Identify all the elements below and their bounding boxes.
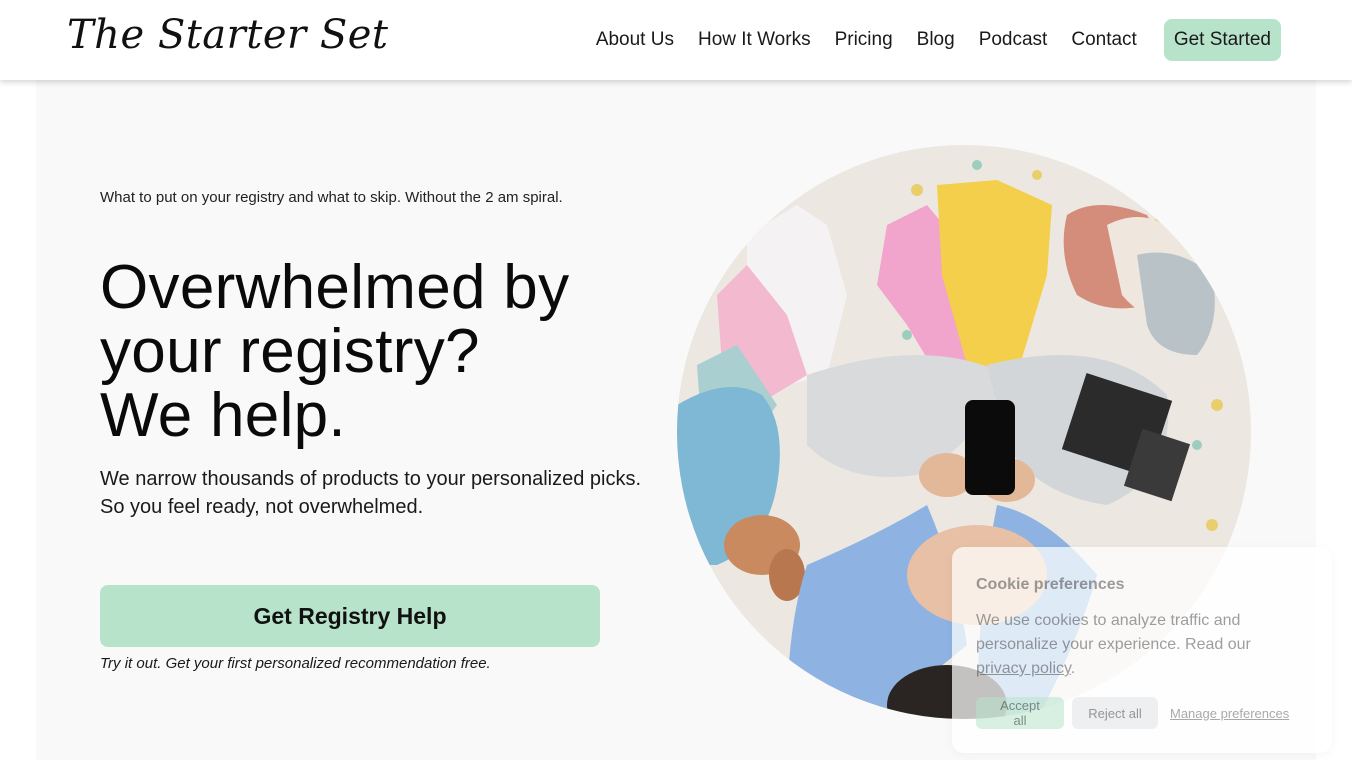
- nav-podcast[interactable]: Podcast: [979, 29, 1048, 51]
- headline-line-3: We help.: [100, 381, 346, 450]
- free-trial-note: Try it out. Get your first personalized …: [100, 655, 491, 672]
- cookie-banner: Cookie preferences We use cookies to ana…: [952, 547, 1332, 753]
- headline-line-1: Overwhelmed by: [100, 253, 570, 322]
- subtitle-line-1: We narrow thousands of products to your …: [100, 468, 642, 490]
- accept-all-button[interactable]: Accept all: [976, 697, 1064, 729]
- reject-all-button[interactable]: Reject all: [1072, 697, 1158, 729]
- cookie-period: .: [1070, 660, 1076, 677]
- hero-headline: Overwhelmed by your registry? We help.: [100, 256, 660, 448]
- site-header: The Starter Set About Us How It Works Pr…: [0, 0, 1352, 80]
- privacy-policy-link[interactable]: privacy policy: [976, 660, 1071, 677]
- headline-line-2: your registry?: [100, 317, 480, 386]
- hero-subtitle: We narrow thousands of products to your …: [100, 465, 700, 521]
- cookie-body: We use cookies to analyze traffic and pe…: [976, 609, 1296, 681]
- cookie-actions: Accept all Reject all Manage preferences: [976, 697, 1289, 729]
- cookie-title: Cookie preferences: [976, 576, 1125, 593]
- hero-eyebrow: What to put on your registry and what to…: [100, 189, 563, 206]
- nav-contact[interactable]: Contact: [1071, 29, 1136, 51]
- get-registry-help-button[interactable]: Get Registry Help: [100, 585, 600, 647]
- manage-preferences-link[interactable]: Manage preferences: [1170, 706, 1289, 721]
- get-started-button[interactable]: Get Started: [1163, 19, 1281, 61]
- phone-icon: [965, 400, 1015, 495]
- nav-blog[interactable]: Blog: [917, 29, 955, 51]
- logo[interactable]: The Starter Set: [67, 12, 389, 58]
- nav-how-it-works[interactable]: How It Works: [698, 29, 811, 51]
- nav-pricing[interactable]: Pricing: [835, 29, 893, 51]
- subtitle-line-2: So you feel ready, not overwhelmed.: [100, 496, 424, 518]
- nav-about-us[interactable]: About Us: [596, 29, 674, 51]
- main-nav: About Us How It Works Pricing Blog Podca…: [572, 0, 1281, 80]
- cookie-body-text: We use cookies to analyze traffic and pe…: [976, 612, 1251, 653]
